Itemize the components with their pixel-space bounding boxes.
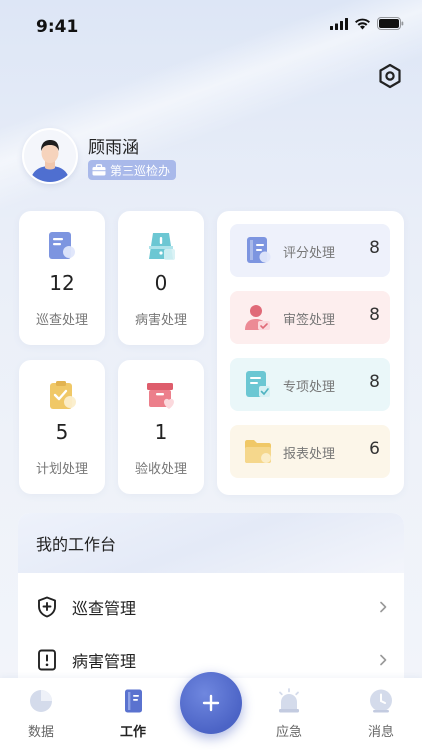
- work-book-icon: [125, 689, 142, 713]
- stat-value: 1: [154, 420, 168, 444]
- proc-row-scoring[interactable]: 评分处理 8: [230, 224, 390, 277]
- clipboard-check-icon: [50, 381, 76, 409]
- proc-label: 报表处理: [283, 447, 336, 462]
- add-button[interactable]: [180, 672, 242, 734]
- alarm-icon: [279, 688, 299, 713]
- workspace-item-label: 巡查管理: [72, 599, 137, 618]
- department-badge: 第三巡检办: [88, 160, 177, 180]
- proc-row-report[interactable]: 报表处理 6: [230, 425, 390, 478]
- user-portrait-icon: [24, 130, 76, 182]
- status-time: 9:41: [36, 17, 79, 37]
- stat-card-plan[interactable]: 5 计划处理: [19, 360, 105, 494]
- proc-label: 评分处理: [283, 246, 336, 261]
- alert-doc-icon: [38, 649, 56, 671]
- workspace-item-label: 病害管理: [72, 652, 137, 671]
- message-clock-icon: [370, 689, 392, 713]
- user-name: 顾雨涵: [88, 138, 139, 158]
- avatar[interactable]: [22, 128, 78, 184]
- proc-row-special[interactable]: 专项处理 8: [230, 358, 390, 411]
- notebook-icon: [247, 237, 271, 263]
- nav-label: 消息: [367, 725, 394, 740]
- stat-value: 12: [49, 271, 75, 295]
- proc-row-approval[interactable]: 审签处理 8: [230, 291, 390, 344]
- nav-tab-messages[interactable]: 消息: [351, 678, 411, 750]
- proc-label: 审签处理: [283, 313, 336, 328]
- stat-label: 病害处理: [134, 313, 187, 328]
- signal-icon: [330, 17, 348, 30]
- nav-tab-emergency[interactable]: 应急: [259, 678, 319, 750]
- proc-value: 6: [369, 439, 380, 459]
- stat-value: 5: [55, 420, 69, 444]
- stat-card-defect[interactable]: 0 病害处理: [118, 211, 204, 345]
- user-sign-icon: [245, 305, 270, 330]
- chevron-right-icon: [380, 601, 387, 613]
- stat-label: 巡查处理: [35, 313, 88, 328]
- workspace-title: 我的工作台: [18, 513, 404, 573]
- pie-chart-icon: [30, 690, 52, 712]
- nav-tab-data[interactable]: 数据: [11, 678, 71, 750]
- battery-icon: [377, 17, 404, 30]
- proc-value: 8: [369, 372, 380, 392]
- briefcase-icon: [92, 164, 106, 176]
- wifi-icon: [355, 18, 370, 29]
- settings-icon[interactable]: [376, 62, 404, 90]
- chevron-right-icon: [380, 654, 387, 666]
- stat-card-inspection[interactable]: 12 巡查处理: [19, 211, 105, 345]
- bridge-alert-icon: [149, 233, 175, 260]
- doc-search-icon: [49, 232, 75, 259]
- department-label: 第三巡检办: [110, 163, 171, 178]
- proc-value: 8: [369, 238, 380, 258]
- nav-label: 工作: [119, 725, 146, 740]
- shield-plus-icon: [38, 596, 56, 618]
- nav-label: 应急: [275, 725, 302, 740]
- nav-label: 数据: [27, 725, 54, 740]
- workspace-item-inspection[interactable]: 巡查管理: [18, 582, 404, 632]
- folder-icon: [245, 440, 271, 463]
- stat-label: 验收处理: [134, 462, 187, 477]
- stat-value: 0: [154, 271, 168, 295]
- status-icons: [330, 17, 404, 30]
- processing-panel: 评分处理 8 审签处理 8 专项处理 8 报表处理 6: [217, 211, 404, 495]
- box-heart-icon: [147, 383, 174, 409]
- stat-label: 计划处理: [35, 462, 88, 477]
- plus-icon: [202, 694, 220, 712]
- proc-value: 8: [369, 305, 380, 325]
- nav-tab-work[interactable]: 工作: [103, 678, 163, 750]
- stat-card-acceptance[interactable]: 1 验收处理: [118, 360, 204, 494]
- proc-label: 专项处理: [283, 380, 336, 395]
- doc-check-icon: [246, 371, 270, 397]
